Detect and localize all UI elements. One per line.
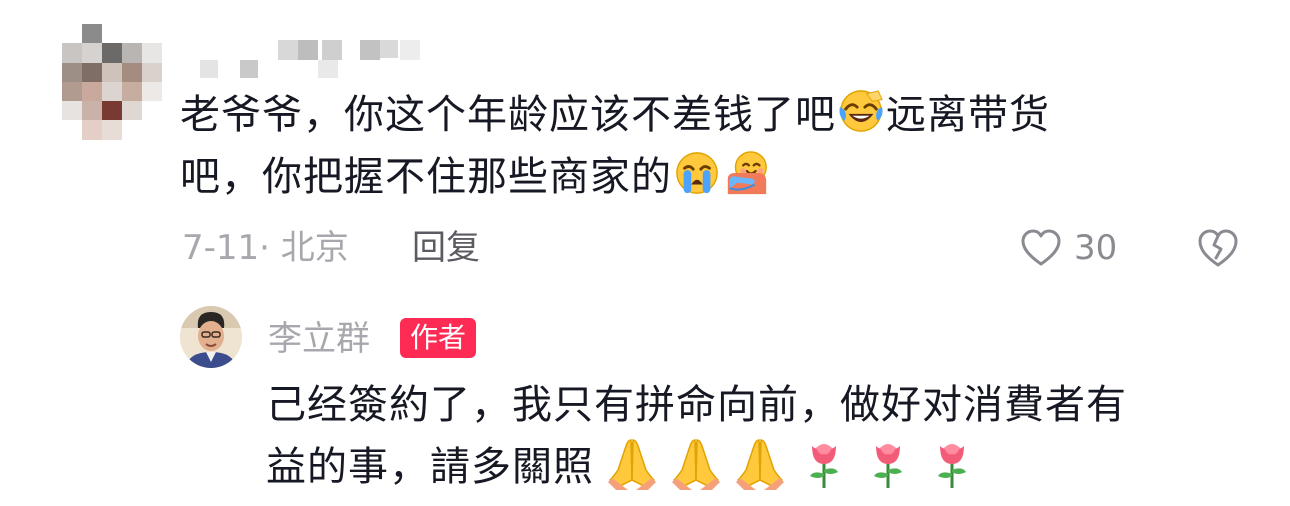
hug-icon: [727, 151, 767, 195]
author-avatar-image: [180, 306, 242, 368]
comment-meta: 7-11· 北京: [182, 228, 349, 268]
comment-text-line1: 老爷爷，你这个年龄应该不差钱了吧: [180, 92, 836, 138]
like-button[interactable]: 30: [1020, 224, 1117, 272]
heart-outline-icon[interactable]: [1020, 229, 1062, 267]
comment-thread: 老爷爷，你这个年龄应该不差钱了吧 远离带货 吧，你把握不住那些商家的 7-11·…: [0, 0, 1290, 506]
author-badge: 作者: [400, 318, 477, 358]
reply-body: 己经簽約了，我只有拼命向前，做好对消費者有 益的事，請多關照: [266, 374, 1246, 498]
author-name[interactable]: 李立群: [268, 318, 370, 360]
laughing-tears-icon: [839, 90, 883, 132]
rose-icon: [938, 444, 966, 488]
commenter-name-redacted[interactable]: [200, 38, 430, 80]
comment-text-line1b: 远离带货: [886, 92, 1050, 138]
like-count: 30: [1074, 228, 1118, 268]
comment-text-line2: 吧，你把握不住那些商家的: [180, 154, 672, 200]
reply-text-line1: 己经簽約了，我只有拼命向前，做好对消費者有: [266, 382, 1127, 428]
commenter-avatar[interactable]: [62, 24, 162, 140]
rose-icon: [810, 444, 838, 488]
rose-icon: [874, 444, 902, 488]
crying-icon: [676, 152, 718, 194]
praying-hands-icon: [672, 439, 720, 490]
author-avatar[interactable]: [180, 306, 242, 368]
reply-button[interactable]: 回复: [412, 224, 480, 272]
praying-hands-icon: [608, 439, 656, 490]
praying-hands-icon: [736, 439, 784, 490]
broken-heart-icon[interactable]: [1196, 228, 1240, 268]
reply-text-line2: 益的事，請多關照: [266, 444, 594, 490]
comment-body: 老爷爷，你这个年龄应该不差钱了吧 远离带货 吧，你把握不住那些商家的: [180, 84, 1180, 208]
